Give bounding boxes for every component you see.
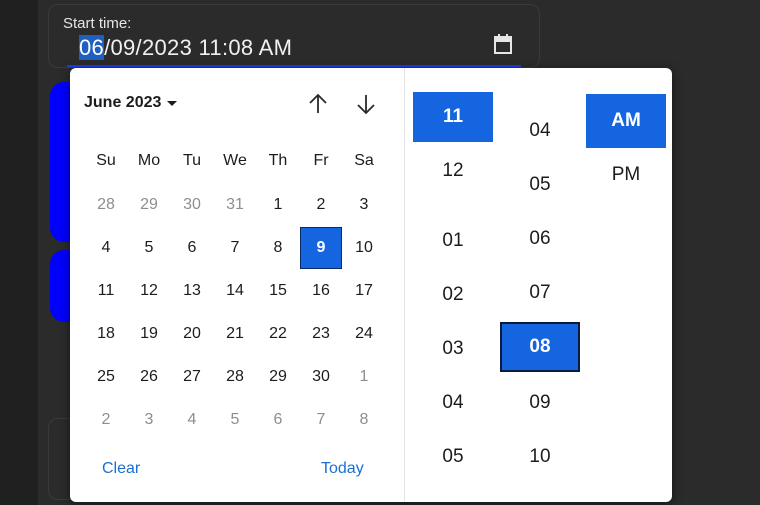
calendar-day[interactable]: 23 xyxy=(300,313,342,355)
calendar-day[interactable]: 27 xyxy=(171,356,213,398)
calendar-day[interactable]: 10 xyxy=(343,227,385,269)
calendar-day[interactable]: 8 xyxy=(343,399,385,441)
hour-option[interactable]: 12 xyxy=(413,146,493,196)
calendar-day[interactable]: 7 xyxy=(214,227,256,269)
pm-option[interactable]: PM xyxy=(586,150,666,200)
calendar-day[interactable]: 9 xyxy=(300,227,342,269)
calendar-day[interactable]: 16 xyxy=(300,270,342,312)
calendar-day[interactable]: 6 xyxy=(171,227,213,269)
calendar-day[interactable]: 29 xyxy=(257,356,299,398)
next-month-button[interactable] xyxy=(354,92,378,116)
minute-option[interactable]: 07 xyxy=(500,268,580,318)
calendar-day[interactable]: 1 xyxy=(343,356,385,398)
calendar-panel: June 2023 Su Mo Tu We Th Fr Sa 28 29 30 31 1 2 3 4 5 6 7… xyxy=(70,68,405,502)
calendar-day[interactable]: 20 xyxy=(171,313,213,355)
minute-option[interactable]: 04 xyxy=(500,106,580,156)
left-rail xyxy=(0,0,39,505)
calendar-day[interactable]: 26 xyxy=(128,356,170,398)
calendar-day[interactable]: 28 xyxy=(214,356,256,398)
caret-down-icon xyxy=(167,100,178,106)
hour-option[interactable]: 11 xyxy=(413,92,493,142)
calendar-day[interactable]: 3 xyxy=(343,184,385,226)
weekday-header: Tu xyxy=(182,152,202,169)
calendar-day[interactable]: 3 xyxy=(128,399,170,441)
calendar-icon[interactable] xyxy=(493,33,513,55)
calendar-day[interactable]: 12 xyxy=(128,270,170,312)
today-button[interactable]: Today xyxy=(321,460,364,478)
calendar-day[interactable]: 24 xyxy=(343,313,385,355)
calendar-day[interactable]: 5 xyxy=(214,399,256,441)
clear-button[interactable]: Clear xyxy=(102,460,140,478)
start-time-field[interactable]: Start time: 06/09/2023 11:08 AM xyxy=(48,4,540,68)
weekday-header: Su xyxy=(96,152,116,169)
calendar-day[interactable]: 14 xyxy=(214,270,256,312)
calendar-day[interactable]: 18 xyxy=(85,313,127,355)
calendar-day[interactable]: 30 xyxy=(171,184,213,226)
calendar-day[interactable]: 4 xyxy=(85,227,127,269)
minute-option[interactable]: 05 xyxy=(500,160,580,210)
calendar-day[interactable]: 8 xyxy=(257,227,299,269)
calendar-day[interactable]: 7 xyxy=(300,399,342,441)
previous-month-button[interactable] xyxy=(306,92,330,116)
weekday-header: We xyxy=(223,152,247,169)
calendar-day[interactable]: 11 xyxy=(85,270,127,312)
calendar-day[interactable]: 22 xyxy=(257,313,299,355)
calendar-day[interactable]: 25 xyxy=(85,356,127,398)
minute-option[interactable]: 06 xyxy=(500,214,580,264)
hour-option[interactable]: 04 xyxy=(413,378,493,428)
hour-option[interactable]: 05 xyxy=(413,432,493,482)
arrow-down-icon xyxy=(357,95,375,115)
calendar-day[interactable]: 21 xyxy=(214,313,256,355)
calendar-day[interactable]: 19 xyxy=(128,313,170,355)
month-year-dropdown[interactable]: June 2023 xyxy=(84,94,178,112)
field-focus-underline xyxy=(67,65,521,67)
calendar-day[interactable]: 5 xyxy=(128,227,170,269)
datetime-picker-popup: June 2023 Su Mo Tu We Th Fr Sa 28 29 30 31 1 2 3 4 5 6 7… xyxy=(70,68,672,502)
start-time-input[interactable]: 06/09/2023 11:08 AM xyxy=(79,35,292,61)
minute-option[interactable]: 10 xyxy=(500,432,580,482)
weekday-header: Fr xyxy=(313,152,329,169)
weekday-header: Th xyxy=(268,152,288,169)
am-option[interactable]: AM xyxy=(586,94,666,148)
arrow-up-icon xyxy=(309,93,327,113)
calendar-day[interactable]: 4 xyxy=(171,399,213,441)
month-year-label: June 2023 xyxy=(84,94,162,111)
calendar-day[interactable]: 13 xyxy=(171,270,213,312)
hour-option[interactable]: 03 xyxy=(413,324,493,374)
datetime-rest: /09/2023 11:08 AM xyxy=(104,35,293,60)
weekday-header: Sa xyxy=(354,152,374,169)
weekday-header: Mo xyxy=(137,152,161,169)
minute-option[interactable]: 08 xyxy=(500,322,580,372)
calendar-day[interactable]: 30 xyxy=(300,356,342,398)
hour-option[interactable]: 02 xyxy=(413,270,493,320)
calendar-day[interactable]: 2 xyxy=(85,399,127,441)
calendar-day[interactable]: 28 xyxy=(85,184,127,226)
calendar-day[interactable]: 31 xyxy=(214,184,256,226)
calendar-day[interactable]: 1 xyxy=(257,184,299,226)
calendar-day[interactable]: 6 xyxy=(257,399,299,441)
calendar-day[interactable]: 15 xyxy=(257,270,299,312)
calendar-day[interactable]: 2 xyxy=(300,184,342,226)
selected-month-segment[interactable]: 06 xyxy=(79,35,105,60)
minute-option[interactable]: 09 xyxy=(500,378,580,428)
calendar-day[interactable]: 29 xyxy=(128,184,170,226)
calendar-day[interactable]: 17 xyxy=(343,270,385,312)
hour-option[interactable]: 01 xyxy=(413,216,493,266)
start-time-label: Start time: xyxy=(63,15,132,32)
